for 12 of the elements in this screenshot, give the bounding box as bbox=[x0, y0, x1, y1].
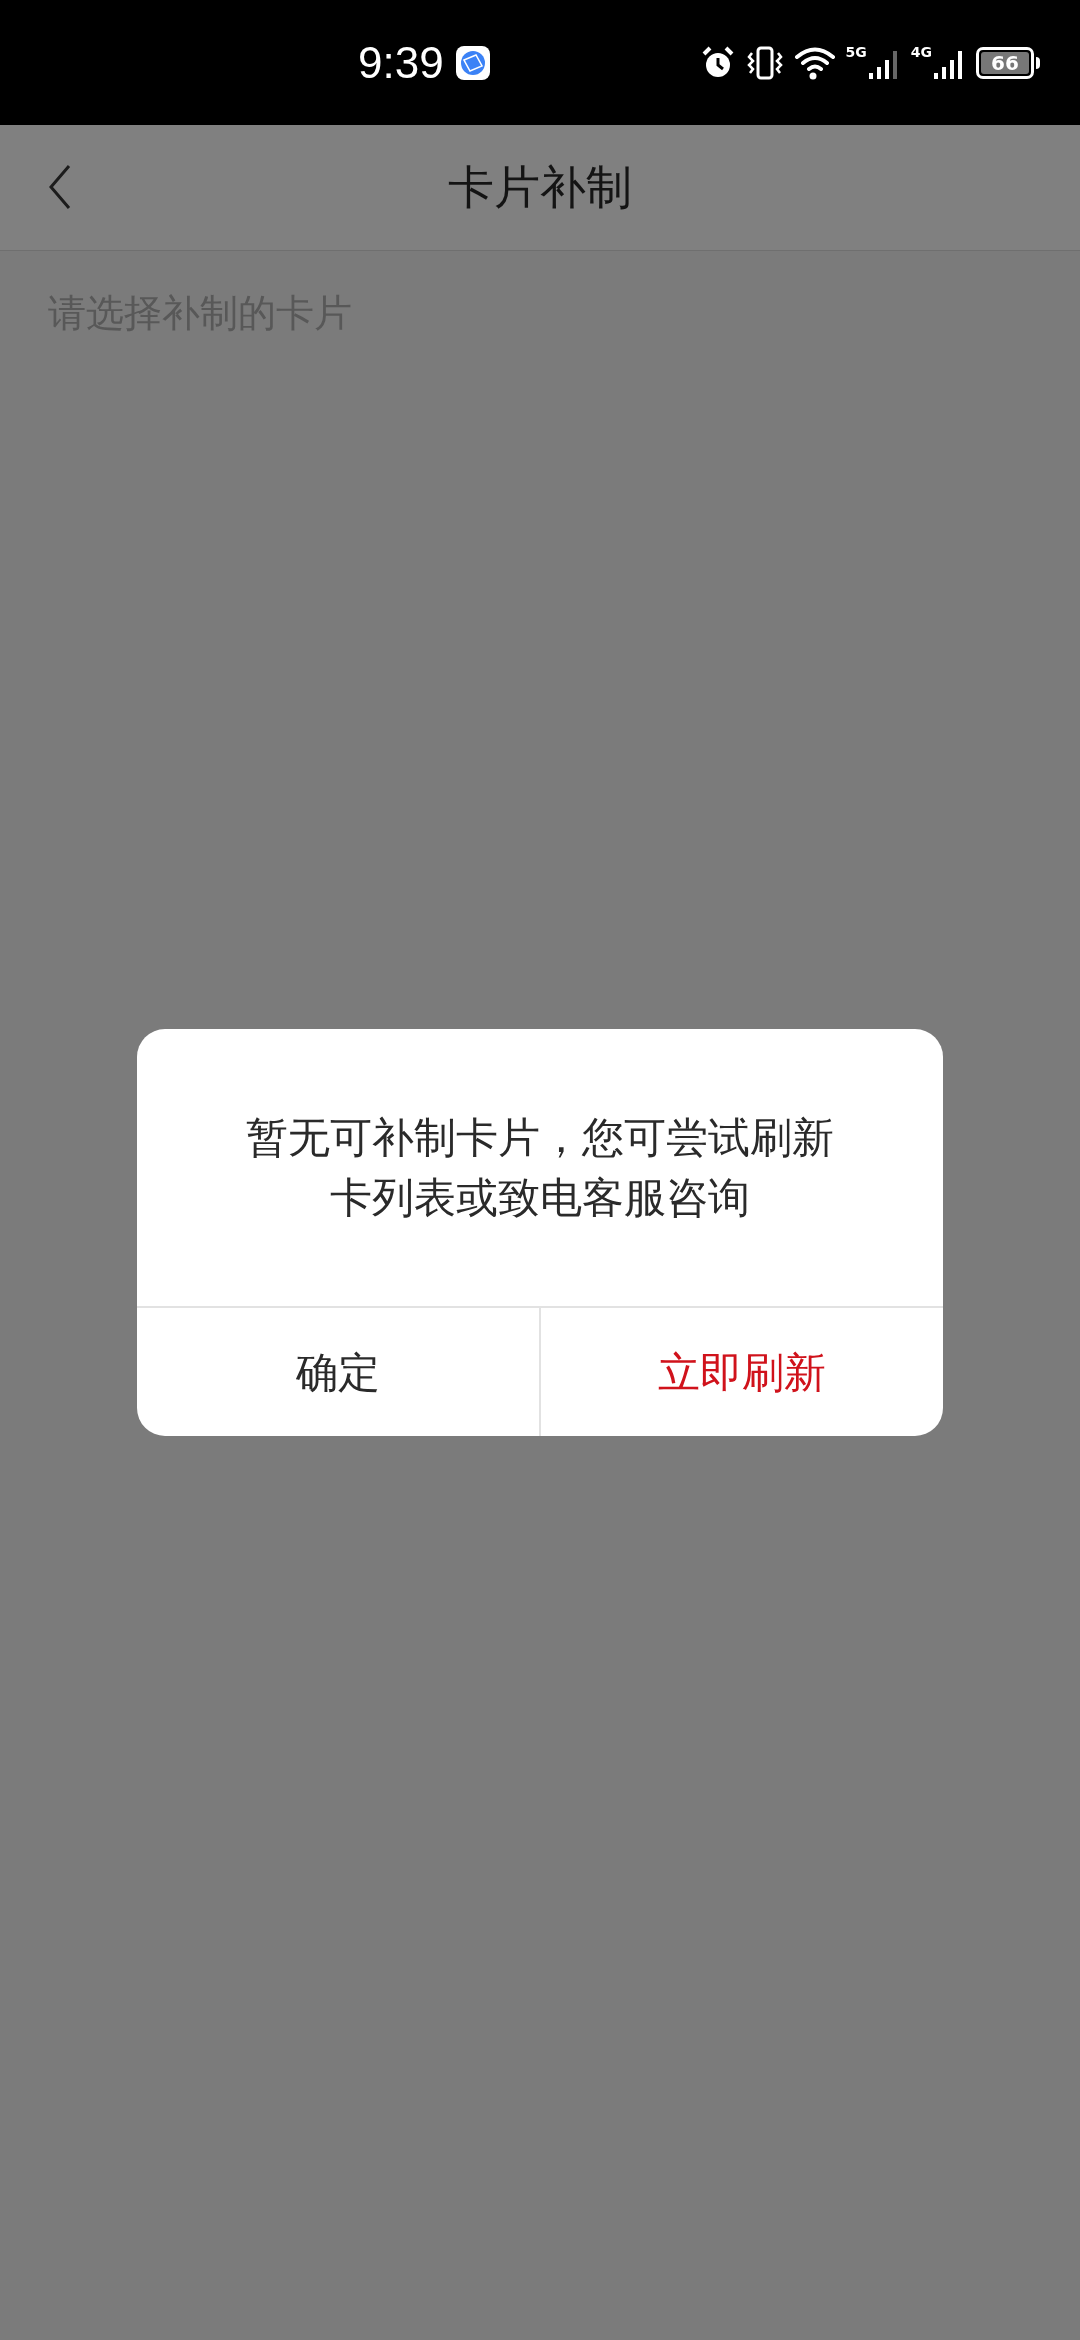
page-title: 卡片补制 bbox=[448, 159, 632, 216]
dialog-message: 暂无可补制卡片，您可尝试刷新卡列表或致电客服咨询 bbox=[245, 1111, 835, 1224]
ok-button[interactable]: 确定 bbox=[137, 1308, 541, 1436]
browser-app-icon bbox=[455, 45, 490, 80]
network-type-label: 5G bbox=[845, 44, 867, 59]
vibrate-icon bbox=[745, 44, 784, 81]
battery-level-text: 66 bbox=[991, 52, 1019, 73]
back-icon bbox=[48, 164, 72, 210]
status-time: 9:39 bbox=[358, 36, 444, 89]
refresh-button[interactable]: 立即刷新 bbox=[541, 1308, 943, 1436]
wifi-icon bbox=[793, 44, 836, 81]
network-type-label: 4G bbox=[910, 44, 932, 59]
